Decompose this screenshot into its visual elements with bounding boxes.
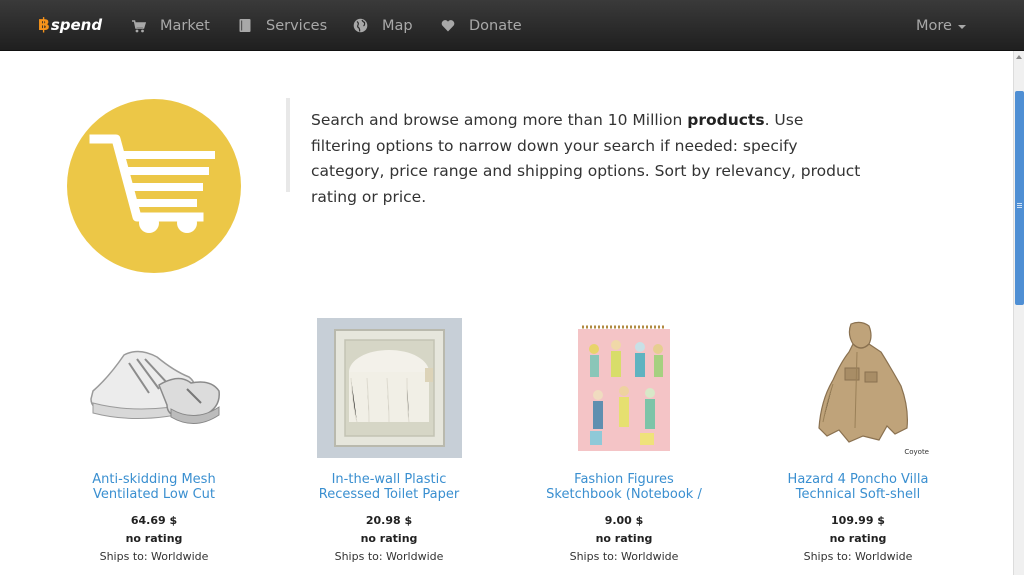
product-card: Coyote Hazard 4 Poncho Villa Technical S… [758, 318, 958, 563]
toilet-paper-holder-image [316, 318, 462, 458]
product-shipping: Ships to: Worldwide [99, 550, 209, 563]
book-icon [239, 19, 251, 32]
product-title-line1: Fashion Figures [574, 472, 674, 487]
product-image-link[interactable] [289, 318, 489, 458]
poncho-image [818, 321, 908, 443]
nav-item-map[interactable]: Map [353, 0, 413, 51]
product-image-link[interactable]: Coyote [758, 318, 958, 458]
product-title-line2: Recessed Toilet Paper [318, 486, 460, 502]
product-shipping: Ships to: Worldwide [803, 550, 913, 563]
nav-label-donate: Donate [469, 17, 522, 34]
white-sneaker-image [90, 350, 220, 424]
shopping-cart-badge [67, 99, 241, 273]
brand-name: spend [50, 16, 103, 34]
product-title-link[interactable]: Anti-skidding Mesh Ventilated Low Cut [54, 472, 254, 502]
product-title-link[interactable]: Hazard 4 Poncho Villa Technical Soft-she… [758, 472, 958, 502]
product-rating: no rating [125, 532, 183, 545]
vertical-scrollbar[interactable] [1013, 51, 1024, 575]
top-navbar: ฿ spend Market Services Map Donate More [0, 0, 1024, 51]
intro-text-before: Search and browse among more than 10 Mil… [311, 111, 688, 129]
more-dropdown[interactable]: More [916, 0, 966, 51]
cart-icon [132, 19, 146, 32]
scrollbar-thumb[interactable] [1015, 91, 1024, 305]
product-title-link[interactable]: Fashion Figures Sketchbook (Notebook / [524, 472, 724, 502]
product-rating: no rating [595, 532, 653, 545]
product-title-line1: Anti-skidding Mesh [92, 472, 216, 487]
fashion-sketchbook-image [578, 325, 670, 451]
product-image-link[interactable] [54, 318, 254, 458]
product-image-caption: Coyote [904, 448, 929, 456]
chevron-down-icon [957, 24, 966, 29]
nav-label-market: Market [160, 17, 210, 34]
product-price: 9.00 $ [604, 514, 644, 527]
more-label: More [916, 17, 952, 34]
brand-logo[interactable]: ฿ spend [38, 15, 102, 35]
product-title-line1: Hazard 4 Poncho Villa [787, 472, 929, 487]
product-rating: no rating [360, 532, 418, 545]
intro-bold-products: products [687, 111, 765, 129]
bitcoin-logo-icon: ฿ [38, 15, 50, 35]
product-card: Anti-skidding Mesh Ventilated Low Cut 64… [54, 318, 254, 563]
nav-item-donate[interactable]: Donate [441, 0, 522, 51]
product-title-line2: Technical Soft-shell [795, 486, 921, 502]
product-shipping: Ships to: Worldwide [334, 550, 444, 563]
product-title-line1: In-the-wall Plastic [331, 472, 447, 487]
intro-blockquote: Search and browse among more than 10 Mil… [286, 98, 866, 206]
product-shipping: Ships to: Worldwide [569, 550, 679, 563]
product-price: 64.69 $ [130, 514, 178, 527]
product-title-line2: Ventilated Low Cut [92, 486, 216, 502]
globe-icon [353, 18, 368, 33]
nav-item-market[interactable]: Market [131, 0, 210, 51]
product-card: In-the-wall Plastic Recessed Toilet Pape… [289, 318, 489, 563]
scrollbar-grip-icon [1017, 203, 1022, 204]
product-price: 20.98 $ [365, 514, 413, 527]
product-title-link[interactable]: In-the-wall Plastic Recessed Toilet Pape… [289, 472, 489, 502]
product-rating: no rating [829, 532, 887, 545]
nav-item-services[interactable]: Services [238, 0, 327, 51]
nav-label-services: Services [266, 17, 328, 34]
shopping-cart-icon [89, 134, 215, 233]
product-price: 109.99 $ [831, 514, 885, 527]
heart-icon [441, 20, 455, 32]
scroll-up-arrow-icon[interactable] [1016, 55, 1022, 59]
product-card: Fashion Figures Sketchbook (Notebook / 9… [524, 318, 724, 563]
nav-label-map: Map [382, 17, 413, 34]
product-image-link[interactable] [524, 318, 724, 458]
product-title-line2: Sketchbook (Notebook / [546, 486, 702, 502]
